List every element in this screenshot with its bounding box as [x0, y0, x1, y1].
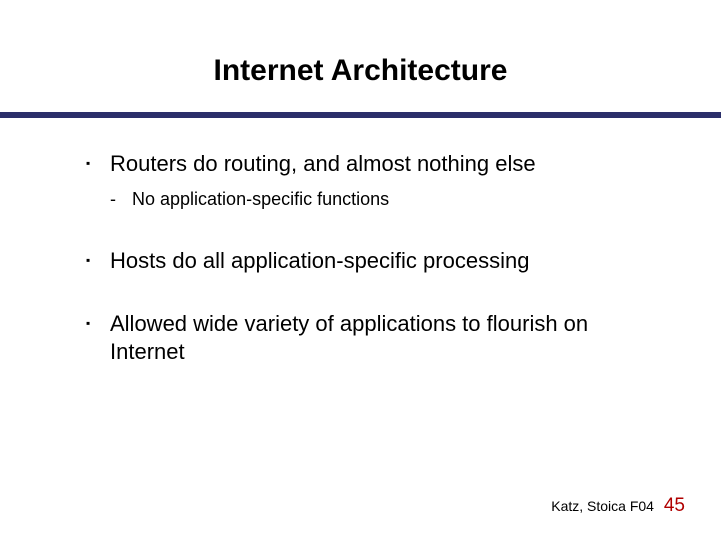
footer-attrib: Katz, Stoica F04: [551, 498, 654, 514]
list-item: Routers do routing, and almost nothing e…: [86, 150, 666, 211]
slide: Internet Architecture Routers do routing…: [0, 0, 721, 541]
list-item: Allowed wide variety of applications to …: [86, 310, 666, 365]
sub-list: No application-specific functions: [110, 188, 666, 211]
bullet-text: Hosts do all application-specific proces…: [110, 248, 529, 273]
bullet-text: Routers do routing, and almost nothing e…: [110, 151, 536, 176]
list-item: Hosts do all application-specific proces…: [86, 247, 666, 275]
page-number: 45: [664, 495, 685, 516]
sub-text: No application-specific functions: [132, 189, 389, 209]
bullet-list: Routers do routing, and almost nothing e…: [86, 150, 666, 365]
bullet-text: Allowed wide variety of applications to …: [110, 311, 588, 364]
slide-content: Routers do routing, and almost nothing e…: [86, 150, 666, 401]
slide-title: Internet Architecture: [0, 54, 721, 88]
slide-footer: Katz, Stoica F04 45: [551, 495, 685, 517]
title-rule: [0, 112, 721, 118]
sub-item: No application-specific functions: [110, 188, 666, 211]
